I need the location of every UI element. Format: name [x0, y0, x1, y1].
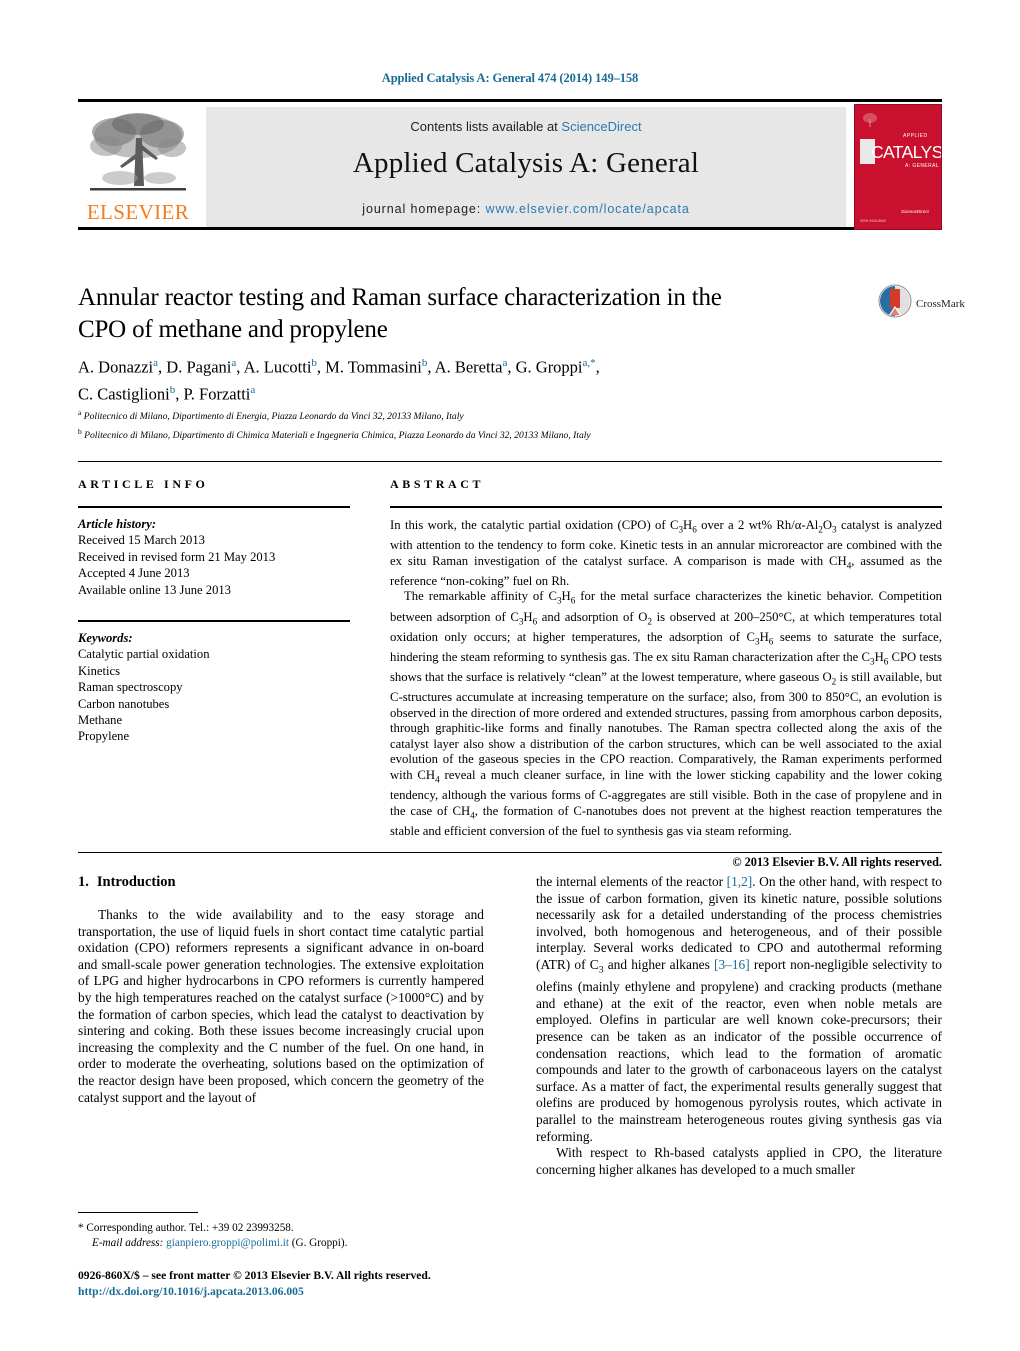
- homepage-link[interactable]: www.elsevier.com/locate/apcata: [486, 202, 690, 216]
- crossmark-icon: [878, 284, 912, 318]
- body-left-column: 1. Introduction Thanks to the wide availa…: [78, 874, 484, 1106]
- contents-line: Contents lists available at ScienceDirec…: [206, 119, 846, 134]
- history-item: Received in revised form 21 May 2013: [78, 549, 276, 564]
- issn-line: 0926-860X/$ – see front matter © 2013 El…: [78, 1269, 431, 1282]
- keyword-item: Catalytic partial oxidation: [78, 647, 210, 662]
- body-divider: [78, 852, 942, 853]
- cover-footer-text: ScienceDirect: [901, 209, 929, 214]
- introduction-right-text: the internal elements of the reactor [1,…: [536, 874, 942, 1178]
- history-item: Accepted 4 June 2013: [78, 566, 190, 581]
- cover-elsevier-icon: [863, 113, 877, 127]
- footnote-marker: *: [78, 1222, 84, 1234]
- email-link[interactable]: gianpiero.groppi@polimi.it: [166, 1237, 289, 1249]
- keyword-item: Propylene: [78, 729, 130, 744]
- elsevier-tree-icon: [90, 113, 186, 191]
- abstract-paragraph: The remarkable affinity of C3H6 for the …: [390, 589, 943, 838]
- affiliation-b: b Politecnico di Milano, Dipartimento di…: [78, 426, 591, 441]
- sciencedirect-link[interactable]: ScienceDirect: [561, 119, 641, 134]
- doi-link[interactable]: http://dx.doi.org/10.1016/j.apcata.2013.…: [78, 1284, 578, 1300]
- keyword-item: Kinetics: [78, 663, 120, 678]
- abstract-rule: [390, 506, 942, 508]
- footnote-text: * Corresponding author. Tel.: +39 02 239…: [78, 1221, 484, 1250]
- section-heading-introduction: 1. Introduction: [78, 874, 484, 891]
- article-history: Article history: Received 15 March 2013 …: [78, 516, 350, 598]
- elsevier-wordmark: ELSEVIER: [86, 200, 190, 224]
- footnote-email-line: E-mail address: gianpiero.groppi@polimi.…: [78, 1236, 484, 1251]
- footnote-corresponding-line: * Corresponding author. Tel.: +39 02 239…: [78, 1221, 484, 1236]
- cover-subtitle-top: APPLIED: [903, 133, 928, 139]
- keywords-rule: [78, 620, 350, 623]
- cover-title: CATALYSIS: [871, 142, 942, 162]
- abstract-body: In this work, the catalytic partial oxid…: [390, 518, 942, 871]
- history-item: Received 15 March 2013: [78, 533, 205, 548]
- email-owner: (G. Groppi).: [291, 1236, 348, 1249]
- keyword-item: Raman spectroscopy: [78, 680, 183, 695]
- body-right-column: the internal elements of the reactor [1,…: [536, 874, 942, 1178]
- abstract-copyright: © 2013 Elsevier B.V. All rights reserved…: [732, 855, 942, 870]
- journal-homepage-line: journal homepage: www.elsevier.com/locat…: [206, 202, 846, 216]
- corresponding-author-footnote: * Corresponding author. Tel.: +39 02 239…: [78, 1212, 484, 1250]
- article-info-column: ARTICLE INFO Article history: Received 1…: [78, 477, 350, 745]
- page-title: Annular reactor testing and Raman surfac…: [78, 284, 722, 343]
- journal-masthead: ELSEVIER Contents lists available at Sci…: [78, 99, 942, 230]
- author-line-1: A. Donazzia, D. Pagania, A. Lucottib, M.…: [78, 357, 600, 377]
- abstract-column: ABSTRACT In this work, the catalytic par…: [390, 477, 942, 871]
- footnote-corresponding: Corresponding author. Tel.: +39 02 23993…: [86, 1222, 294, 1234]
- footnote-rule: [78, 1212, 198, 1213]
- imprint-block: 0926-860X/$ – see front matter © 2013 El…: [78, 1268, 578, 1299]
- abstract-heading: ABSTRACT: [390, 477, 485, 491]
- section-title: Introduction: [96, 874, 176, 890]
- affiliation-a: a Politecnico di Milano, Dipartimento di…: [78, 408, 464, 423]
- journal-banner: Contents lists available at ScienceDirec…: [206, 107, 846, 227]
- article-history-label: Article history:: [78, 517, 157, 531]
- contents-prefix: Contents lists available at: [410, 119, 562, 134]
- homepage-prefix: journal homepage:: [362, 202, 486, 216]
- author-line-2: C. Castiglionib, P. Forzattia: [78, 383, 256, 404]
- article-info-heading: ARTICLE INFO: [78, 477, 209, 491]
- author-list: A. Donazzia, D. Pagania, A. Lucottib, M.…: [78, 352, 778, 405]
- cover-fineprint: ISSN 0926-860X: [860, 219, 887, 223]
- journal-cover-thumbnail: APPLIED CATALYSIS A: GENERAL ScienceDire…: [854, 104, 942, 230]
- body-paragraph: the internal elements of the reactor [1,…: [536, 874, 942, 1144]
- article-info-rule: [78, 506, 350, 508]
- keyword-item: Carbon nanotubes: [78, 696, 170, 711]
- body-paragraph: Thanks to the wide availability and to t…: [78, 907, 484, 1105]
- history-item: Available online 13 June 2013: [78, 582, 231, 597]
- elsevier-logo: ELSEVIER: [78, 106, 198, 228]
- keyword-item: Methane: [78, 713, 123, 728]
- section-number: 1.: [78, 874, 89, 890]
- cover-subtitle-bottom: A: GENERAL: [905, 163, 940, 169]
- section-divider-top: [78, 461, 942, 462]
- affiliation-list: a Politecnico di Milano, Dipartimento di…: [78, 406, 838, 443]
- body-paragraph: With respect to Rh-based catalysts appli…: [536, 1145, 942, 1177]
- running-head: Applied Catalysis A: General 474 (2014) …: [381, 71, 639, 85]
- keywords-block: Keywords: Catalytic partial oxidation Ki…: [78, 630, 350, 745]
- email-label: E-mail address:: [92, 1236, 164, 1249]
- crossmark-label: CrossMark: [916, 298, 965, 310]
- crossmark-badge[interactable]: CrossMark: [878, 284, 965, 330]
- keywords-label: Keywords:: [78, 631, 133, 646]
- abstract-paragraph: In this work, the catalytic partial oxid…: [390, 518, 942, 588]
- journal-title: Applied Catalysis A: General: [352, 147, 700, 179]
- paper-page: Applied Catalysis A: General 474 (2014) …: [0, 0, 1020, 1351]
- introduction-left-text: Thanks to the wide availability and to t…: [78, 907, 484, 1106]
